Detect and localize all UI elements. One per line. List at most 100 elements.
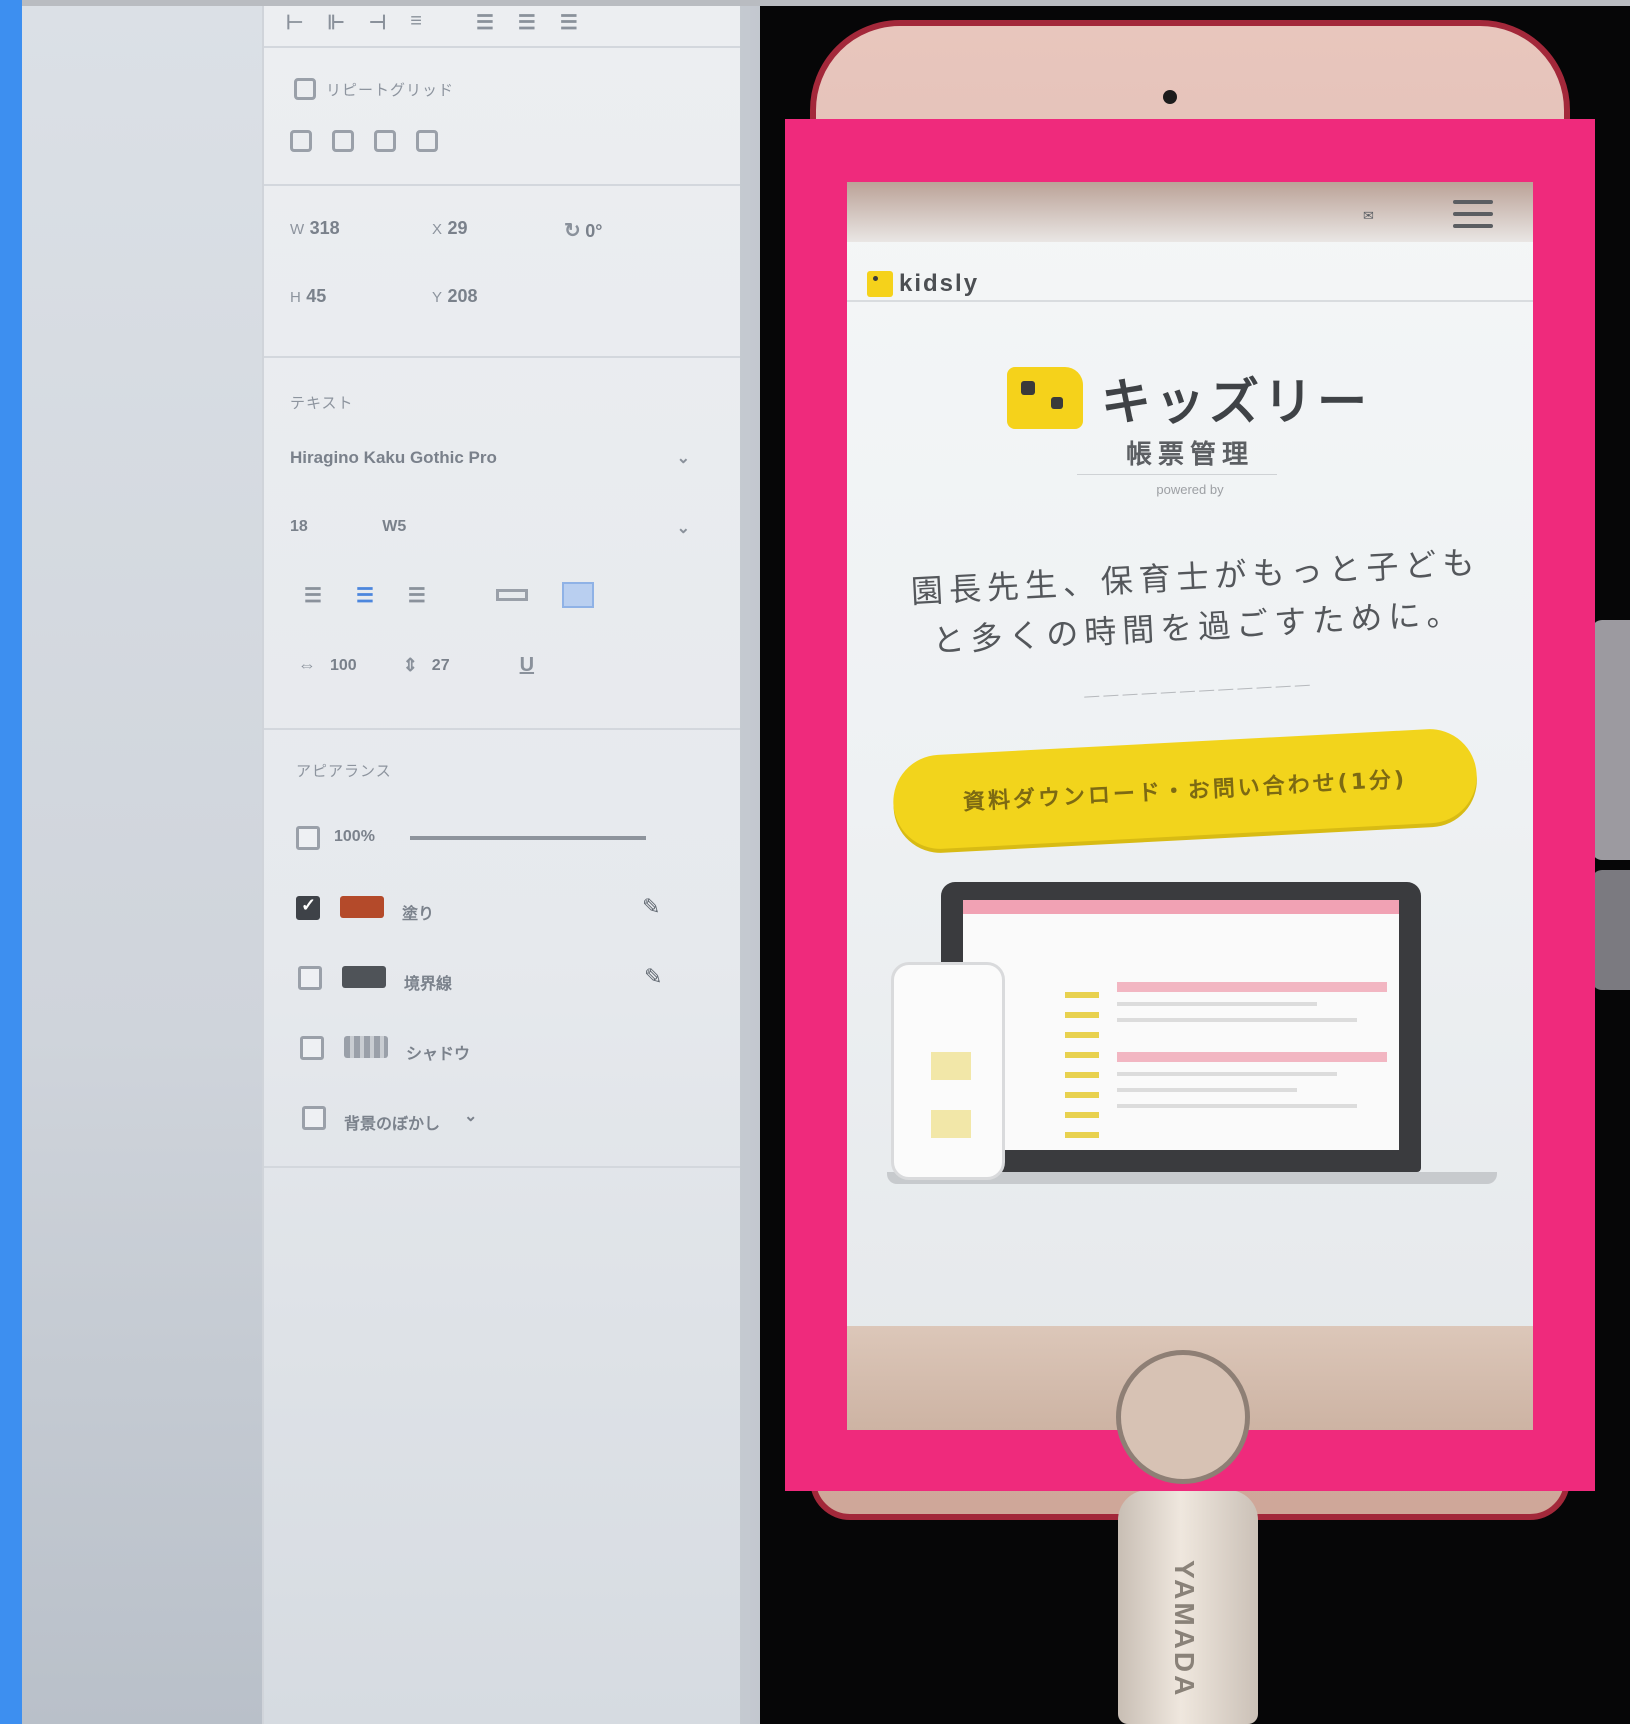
fill-checkbox[interactable] [296, 895, 320, 920]
y-field[interactable]: Y 208 [432, 286, 478, 307]
phone-screen: kidsly ✉ キッズリー 帳票管理 powered by 園長先生、保育士が… [847, 182, 1533, 1430]
area-text-icon[interactable] [561, 582, 594, 608]
height-field[interactable]: H 45 [290, 286, 326, 307]
rotation-field[interactable]: ↻ 0° [564, 218, 602, 243]
repeat-grid-label: リピートグリッド [326, 81, 455, 99]
fill-color-swatch[interactable] [340, 896, 384, 918]
device-edge [1592, 870, 1630, 990]
canvas-area [22, 6, 262, 1724]
point-text-icon[interactable] [495, 589, 528, 601]
mini-phone-card [931, 1052, 971, 1080]
text-align-right-icon[interactable]: ☰ [408, 583, 426, 608]
chevron-down-icon: ⌄ [676, 450, 690, 467]
cable-label: YAMADA [1169, 1560, 1200, 1699]
giraffe-icon [1007, 367, 1083, 429]
camera-icon [1163, 90, 1177, 104]
screen-top-glare [847, 182, 1533, 242]
brand-name: キッズリー [1101, 373, 1371, 431]
opacity-value[interactable]: 100% [334, 828, 375, 846]
font-family-value: Hiragino Kaku Gothic Pro [290, 448, 497, 467]
boolean-subtract-icon[interactable] [332, 130, 354, 152]
boolean-intersect-icon[interactable] [374, 130, 396, 152]
hero-headline: 園長先生、保育士がもっと子ども と多くの時間を過ごすために。 [910, 543, 1482, 660]
shadow-checkbox[interactable] [300, 1036, 324, 1060]
boolean-exclude-icon[interactable] [416, 130, 438, 152]
boolean-ops [290, 130, 438, 152]
laptop-screen [963, 900, 1399, 1150]
x-value: 29 [447, 218, 468, 238]
device-edge [1592, 620, 1630, 860]
char-spacing-icon: ⇔ [298, 655, 316, 675]
download-contact-button[interactable]: 資料ダウンロード・お問い合わせ(1分) [890, 726, 1480, 852]
opacity-checkbox[interactable] [296, 826, 320, 850]
home-button[interactable] [1116, 1350, 1250, 1484]
boolean-add-icon[interactable] [290, 130, 312, 152]
align-toolbar: ⊢ ⊩ ⊣ ≡ ☰ ☰ ☰ [286, 10, 578, 35]
font-family-select[interactable]: Hiragino Kaku Gothic Pro ⌄ [290, 448, 690, 468]
spacing-row: ⇔ 100 ⇕ 27 U [298, 654, 534, 677]
line-spacing-icon: ⇕ [402, 655, 418, 675]
text-align-center-icon[interactable]: ☰ [356, 583, 374, 608]
border-color-swatch[interactable] [342, 966, 386, 988]
shadow-swatch[interactable] [344, 1036, 388, 1058]
mail-icon[interactable]: ✉ [1363, 208, 1374, 224]
underline-icon[interactable]: U [520, 654, 534, 677]
divider [264, 46, 740, 48]
eyedropper-icon[interactable]: ✎ [642, 894, 660, 920]
divider [1077, 474, 1277, 475]
eyedropper-icon[interactable]: ✎ [644, 964, 662, 990]
rotation-value: 0° [585, 221, 603, 241]
text-align-row: ☰ ☰ ☰ [304, 582, 594, 608]
width-field[interactable]: W 318 [290, 218, 340, 239]
border-label: 境界線 [404, 976, 453, 993]
divider [264, 728, 740, 730]
divider [264, 356, 740, 358]
chevron-down-icon[interactable]: ⌄ [677, 518, 690, 538]
monitor-photo: ⊢ ⊩ ⊣ ≡ ☰ ☰ ☰ リピートグリッド W 318 X 29 ↻ 0° H… [22, 6, 760, 1724]
font-weight-value[interactable]: W5 [382, 518, 406, 535]
laptop-row [1117, 1052, 1387, 1062]
border-checkbox[interactable] [298, 966, 322, 990]
header-divider [847, 300, 1533, 302]
align-top-icon[interactable]: ☰ [476, 10, 494, 35]
align-right-icon[interactable]: ⊣ [369, 10, 386, 35]
blur-label: 背景のぼかし [344, 1116, 441, 1133]
left-accent-bar [0, 0, 22, 1724]
giraffe-logo-icon [867, 271, 893, 297]
align-left-icon[interactable]: ⊢ [286, 10, 303, 35]
appearance-section-heading: アピアランス [296, 763, 392, 780]
shadow-label: シャドウ [406, 1046, 471, 1063]
height-value: 45 [306, 286, 327, 306]
font-size-weight-row: 18 W5 ⌄ [290, 518, 690, 538]
repeat-grid-icon [294, 78, 316, 100]
width-value: 318 [309, 218, 340, 238]
hero-caption: ― ― ― ― ― ― ― ― ― ― ― ― [1083, 676, 1311, 705]
chevron-down-icon[interactable]: ⌄ [464, 1106, 477, 1126]
powered-by-text: powered by [1156, 482, 1224, 497]
hamburger-menu-icon[interactable] [1453, 200, 1493, 236]
line-spacing-value[interactable]: 27 [432, 657, 450, 675]
site-logo[interactable]: kidsly [867, 270, 979, 298]
align-middle-icon[interactable]: ☰ [518, 10, 536, 35]
font-size-value[interactable]: 18 [290, 518, 308, 535]
y-value: 208 [447, 286, 478, 306]
char-spacing-value[interactable]: 100 [330, 657, 357, 675]
blur-checkbox[interactable] [302, 1106, 326, 1130]
text-align-left-icon[interactable]: ☰ [304, 583, 322, 608]
align-bottom-icon[interactable]: ☰ [560, 10, 578, 35]
laptop-row [1117, 982, 1387, 992]
x-field[interactable]: X 29 [432, 218, 468, 239]
brand-subtitle: 帳票管理 [1125, 440, 1254, 470]
divider [264, 1166, 740, 1168]
opacity-slider[interactable] [410, 836, 646, 840]
text-section-heading: テキスト [290, 395, 354, 412]
divider [264, 184, 740, 186]
repeat-grid-button[interactable]: リピートグリッド [294, 78, 454, 100]
fill-label: 塗り [402, 906, 435, 923]
laptop-header-bar [963, 900, 1399, 914]
align-center-icon[interactable]: ⊩ [327, 10, 344, 35]
distribute-icon[interactable]: ≡ [410, 10, 422, 35]
property-inspector-panel: ⊢ ⊩ ⊣ ≡ ☰ ☰ ☰ リピートグリッド W 318 X 29 ↻ 0° H… [262, 6, 740, 1724]
brand-logo: キッズリー [1007, 362, 1371, 434]
mini-phone-card [931, 1110, 971, 1138]
